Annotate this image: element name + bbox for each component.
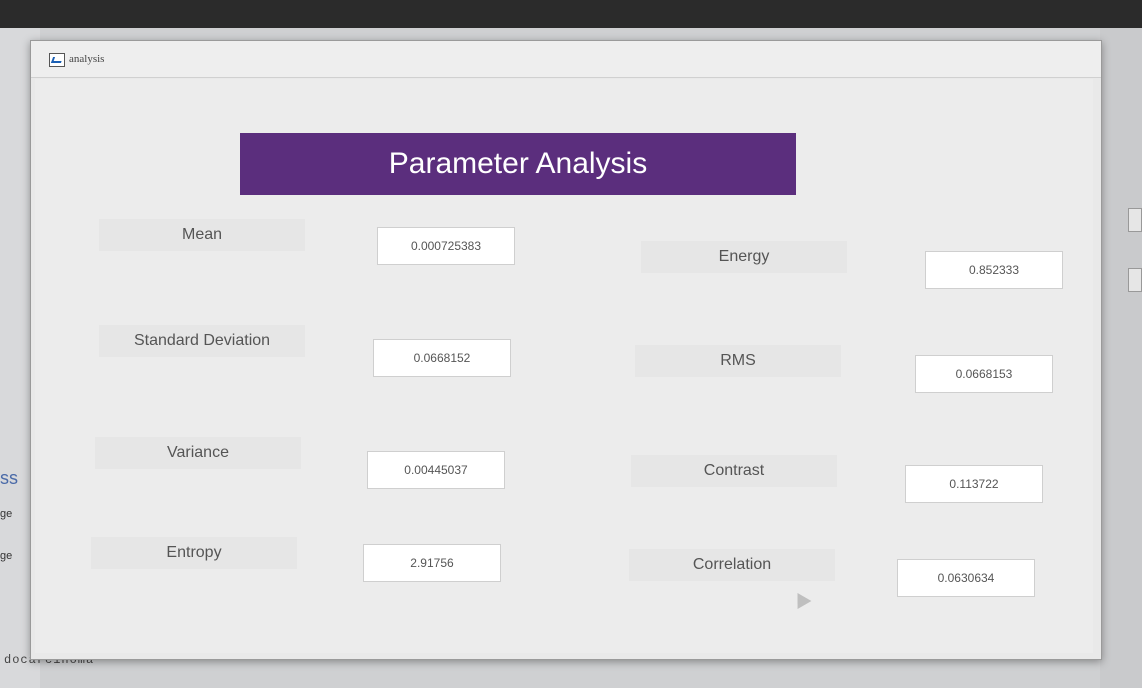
entropy-label: Entropy	[91, 537, 297, 569]
mean-label: Mean	[99, 219, 305, 251]
app-icon	[49, 53, 65, 67]
energy-value-field[interactable]: 0.852333	[925, 251, 1063, 289]
entropy-value-field[interactable]: 2.91756	[363, 544, 501, 582]
contrast-value-field[interactable]: 0.113722	[905, 465, 1043, 503]
top-dark-bar	[0, 0, 1142, 28]
rms-value-field[interactable]: 0.0668153	[915, 355, 1053, 393]
background-text: ss	[0, 468, 18, 488]
background-text-small: ge	[0, 550, 13, 562]
std-dev-label: Standard Deviation	[99, 325, 305, 357]
energy-label: Energy	[641, 241, 847, 273]
correlation-value-field[interactable]: 0.0630634	[897, 559, 1035, 597]
background-text-small: ge	[0, 508, 13, 520]
variance-value-field[interactable]: 0.00445037	[367, 451, 505, 489]
background-scroll-button[interactable]	[1128, 268, 1142, 292]
variance-label: Variance	[95, 437, 301, 469]
mean-value-field[interactable]: 0.000725383	[377, 227, 515, 265]
std-dev-value-field[interactable]: 0.0668152	[373, 339, 511, 377]
analysis-window: analysis – □ ✕ Parameter Analysis Mean 0…	[30, 40, 1102, 660]
background-right-panel	[1100, 28, 1142, 688]
window-title: analysis	[69, 53, 105, 65]
rms-label: RMS	[635, 345, 841, 377]
page-title: Parameter Analysis	[240, 133, 796, 195]
contrast-label: Contrast	[631, 455, 837, 487]
correlation-label: Correlation	[629, 549, 835, 581]
background-scroll-button[interactable]	[1128, 208, 1142, 232]
titlebar: analysis	[31, 41, 1101, 78]
mouse-cursor-icon	[790, 588, 812, 610]
content-panel: Parameter Analysis Mean 0.000725383 Stan…	[35, 79, 1093, 653]
